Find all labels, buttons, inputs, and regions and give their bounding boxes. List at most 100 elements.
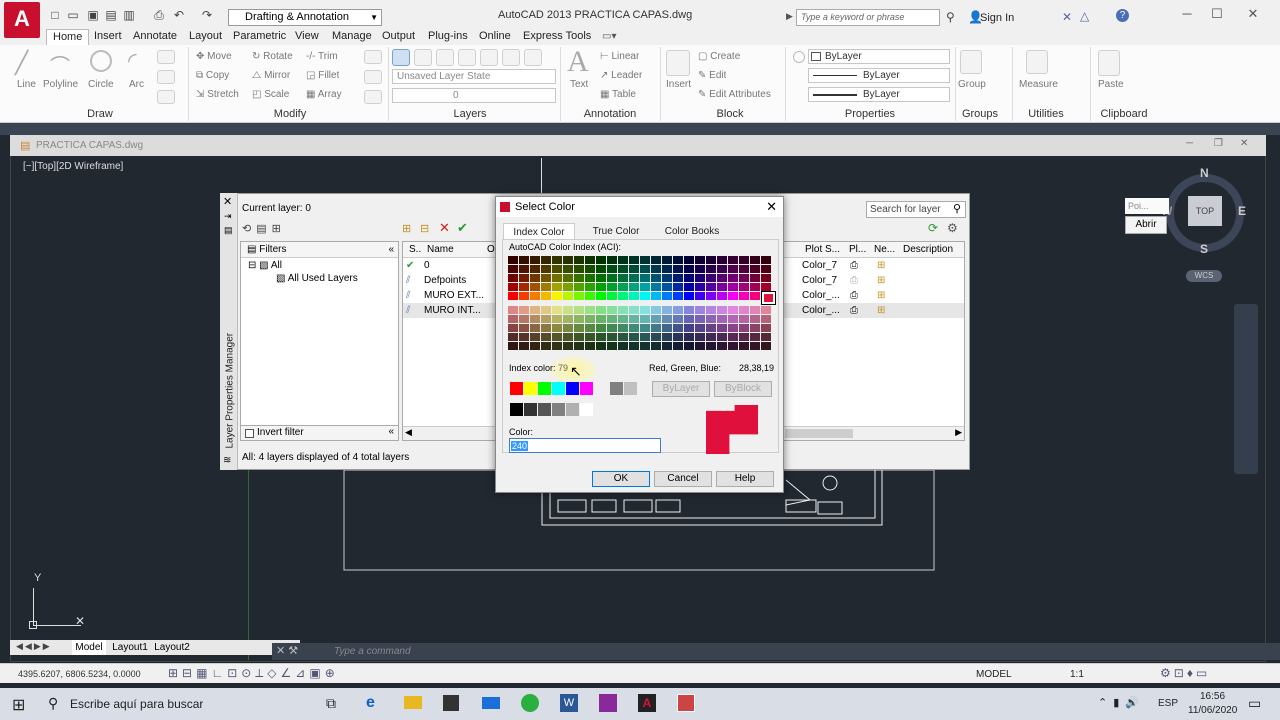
aci-swatch[interactable] <box>585 324 595 332</box>
aci-swatch[interactable] <box>717 333 727 341</box>
aci-swatch[interactable] <box>673 315 683 323</box>
aci-swatch[interactable] <box>574 333 584 341</box>
aci-swatch[interactable] <box>640 274 650 282</box>
aci-swatch[interactable] <box>761 274 771 282</box>
ribbon-toggle-icon[interactable]: ▭▾ <box>602 31 616 42</box>
aci-swatch[interactable] <box>552 333 562 341</box>
aci-swatch[interactable] <box>761 265 771 273</box>
open-file-icon[interactable]: ▭ <box>66 9 80 22</box>
file-explorer-icon[interactable] <box>404 696 422 709</box>
aci-swatch[interactable] <box>563 315 573 323</box>
aci-swatch[interactable] <box>519 333 529 341</box>
aci-swatch[interactable] <box>574 274 584 282</box>
aci-swatch[interactable] <box>574 315 584 323</box>
polyline-icon[interactable]: ⌒ <box>50 50 70 79</box>
aci-swatch[interactable] <box>739 283 749 291</box>
selected-palette-cell[interactable] <box>761 291 776 305</box>
arc-button[interactable]: Arc <box>129 79 144 90</box>
aci-swatch[interactable] <box>618 274 628 282</box>
aci-swatch[interactable] <box>695 306 705 314</box>
aci-swatch[interactable] <box>574 292 584 300</box>
aci-swatch[interactable] <box>629 324 639 332</box>
tab-index-color[interactable]: Index Color <box>503 223 575 240</box>
scroll-left-icon[interactable]: ◀ <box>405 427 412 438</box>
swatch-gray9[interactable] <box>624 382 637 395</box>
groups-panel-title[interactable]: Groups <box>950 108 1010 122</box>
wcs-menu[interactable]: WCS <box>1186 270 1222 282</box>
aci-swatch[interactable] <box>519 265 529 273</box>
col-new-vp-freeze[interactable]: Ne... <box>874 242 895 258</box>
command-line-input[interactable]: Type a command <box>310 643 1280 660</box>
paint-icon[interactable] <box>677 694 695 712</box>
layer-search-input[interactable]: Search for layer <box>866 201 966 218</box>
paste-button[interactable]: Paste <box>1098 79 1124 90</box>
layer-tool-icon[interactable] <box>524 49 542 66</box>
aci-swatch[interactable] <box>684 265 694 273</box>
aci-swatch[interactable] <box>629 274 639 282</box>
stretch-button[interactable]: ⇲ Stretch <box>196 89 239 100</box>
aci-swatch[interactable] <box>684 306 694 314</box>
cancel-button[interactable]: Cancel <box>654 471 712 487</box>
aci-swatch[interactable] <box>739 292 749 300</box>
circle-icon[interactable] <box>90 50 112 72</box>
filter-all[interactable]: ⊟ ▧ All <box>248 259 282 273</box>
layers-panel-title[interactable]: Layers <box>430 108 510 122</box>
col-plot-style[interactable]: Plot S... <box>805 242 840 258</box>
aci-swatch[interactable] <box>750 265 760 273</box>
edge-icon[interactable]: e <box>366 694 375 712</box>
aci-swatch[interactable] <box>541 333 551 341</box>
aci-swatch[interactable] <box>629 292 639 300</box>
aci-swatch[interactable] <box>508 274 518 282</box>
aci-swatch[interactable] <box>618 315 628 323</box>
aci-swatch[interactable] <box>629 306 639 314</box>
maximize-icon[interactable]: ☐ <box>1202 4 1232 24</box>
aci-swatch[interactable] <box>552 265 562 273</box>
new-file-icon[interactable]: □ <box>48 9 62 22</box>
aci-swatch[interactable] <box>706 283 716 291</box>
aci-swatch[interactable] <box>574 324 584 332</box>
aci-swatch[interactable] <box>596 315 606 323</box>
line-button[interactable]: Line <box>17 79 36 90</box>
aci-swatch[interactable] <box>728 265 738 273</box>
swatch-gray8[interactable] <box>610 382 623 395</box>
aci-swatch[interactable] <box>717 342 727 350</box>
aci-swatch[interactable] <box>651 256 661 264</box>
aci-swatch[interactable] <box>662 306 672 314</box>
aci-swatch[interactable] <box>662 342 672 350</box>
layer-tool-icon[interactable] <box>480 49 498 66</box>
workspace-select[interactable]: Drafting & Annotation ▼ <box>228 9 382 26</box>
aci-swatch[interactable] <box>618 265 628 273</box>
swatch-gray254[interactable] <box>566 403 579 416</box>
aci-swatch[interactable] <box>750 342 760 350</box>
aci-swatch[interactable] <box>673 274 683 282</box>
aci-swatch[interactable] <box>552 324 562 332</box>
mail-icon[interactable] <box>482 697 500 709</box>
aci-swatch[interactable] <box>585 306 595 314</box>
swatch-gray251[interactable] <box>524 403 537 416</box>
tab-parametric[interactable]: Parametric <box>227 29 292 45</box>
swatch-magenta[interactable] <box>580 382 593 395</box>
aci-swatch[interactable] <box>662 292 672 300</box>
aci-swatch[interactable] <box>717 265 727 273</box>
layer-select[interactable]: 0 <box>392 88 556 103</box>
aci-swatch[interactable] <box>651 333 661 341</box>
aci-swatch[interactable] <box>651 292 661 300</box>
aci-swatch[interactable] <box>750 306 760 314</box>
aci-swatch[interactable] <box>662 265 672 273</box>
aci-swatch[interactable] <box>761 306 771 314</box>
aci-swatch[interactable] <box>739 274 749 282</box>
arc-icon[interactable]: ◜ <box>128 48 137 74</box>
aci-swatch[interactable] <box>574 265 584 273</box>
tab-true-color[interactable]: True Color <box>580 223 652 240</box>
aci-swatch[interactable] <box>541 274 551 282</box>
trim-button[interactable]: -/- Trim <box>306 51 338 62</box>
aci-swatch[interactable] <box>739 306 749 314</box>
drafting-toggles-icon[interactable]: ⊞⊟▦∟⊡⊙⟂◇∠⊿▣⊕ <box>168 666 339 681</box>
aci-swatch[interactable] <box>508 342 518 350</box>
refresh-icon[interactable]: ⟳ <box>928 221 938 235</box>
tab-annotate[interactable]: Annotate <box>127 29 183 45</box>
aci-swatch[interactable] <box>585 342 595 350</box>
aci-swatch[interactable] <box>739 342 749 350</box>
layer-tool-icon[interactable] <box>414 49 432 66</box>
aci-swatch[interactable] <box>673 342 683 350</box>
